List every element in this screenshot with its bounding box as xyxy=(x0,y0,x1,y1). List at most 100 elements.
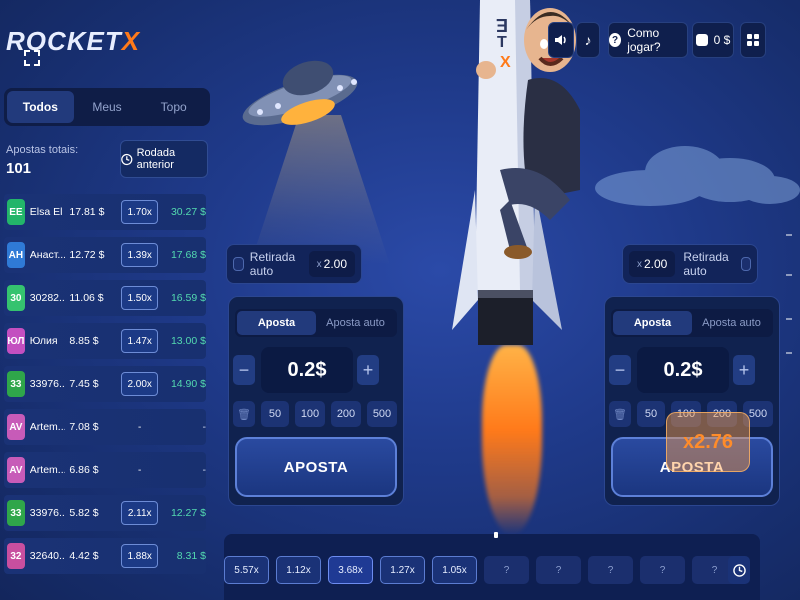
auto-cashout-input-left[interactable]: x 2.00 xyxy=(308,251,355,277)
bet-amount: 6.86 $ xyxy=(69,464,99,476)
player-name: 32640... xyxy=(29,550,66,562)
tab-aposta-right[interactable]: Aposta xyxy=(613,311,692,335)
avatar: АН xyxy=(7,242,25,268)
rocket-letter-e: E xyxy=(496,15,509,35)
increase-stake-button-left[interactable]: + xyxy=(357,355,379,385)
win-amount: 12.27 $ xyxy=(170,507,206,519)
quick-stake-50-left[interactable]: 50 xyxy=(261,401,289,427)
tab-aposta-auto-right[interactable]: Aposta auto xyxy=(692,311,771,335)
quick-stake-500-left[interactable]: 500 xyxy=(367,401,397,427)
auto-cashout-toggle-right[interactable] xyxy=(740,257,751,271)
increase-stake-button-right[interactable]: + xyxy=(733,355,755,385)
trash-icon: 🗑 xyxy=(237,408,251,421)
clock-icon xyxy=(732,563,746,577)
plus-icon: + xyxy=(738,359,750,380)
tab-aposta-auto-left[interactable]: Aposta auto xyxy=(316,311,395,335)
avatar: AV xyxy=(7,414,25,440)
player-name: Artem... xyxy=(29,464,66,476)
history-button[interactable] xyxy=(728,556,750,584)
how-to-play-button[interactable]: ? Como jogar? xyxy=(608,22,688,58)
minus-icon: − xyxy=(614,359,626,380)
speaker-icon xyxy=(555,35,566,45)
music-note-icon: ♪ xyxy=(584,32,592,48)
bet-amount: 7.08 $ xyxy=(69,421,99,433)
previous-round-button[interactable]: Rodada anterior xyxy=(120,140,208,178)
how-to-play-label: Como jogar? xyxy=(627,26,661,54)
win-amount: - xyxy=(202,464,207,476)
cloud-image xyxy=(595,146,800,206)
history-items: 5.57x 1.12x 3.68x 1.27x 1.05x????? xyxy=(224,556,737,584)
quick-stake-50-right[interactable]: 50 xyxy=(637,401,665,427)
player-name: 33976... xyxy=(29,378,66,390)
total-bets-value: 101 xyxy=(6,160,32,177)
clear-stake-button-right[interactable]: 🗑 xyxy=(609,401,631,427)
history-multiplier: ? xyxy=(588,556,633,584)
player-name: Анаст... xyxy=(29,249,66,261)
decrease-stake-button-left[interactable]: − xyxy=(233,355,255,385)
bet-amount: 12.72 $ xyxy=(69,249,105,261)
bet-row: 32 32640... 4.42 $ 1.88x 8.31 $ xyxy=(4,538,206,574)
bets-sidebar: Todos Meus Topo Apostas totais: 101 Roda… xyxy=(0,84,212,600)
avatar: 33 xyxy=(7,371,25,397)
bets-tabs: Todos Meus Topo xyxy=(4,88,210,126)
win-amount: 8.31 $ xyxy=(176,550,206,562)
player-name: Artem... xyxy=(29,421,66,433)
bet-amount: 11.06 $ xyxy=(69,292,104,304)
bet-amount: 4.42 $ xyxy=(69,550,99,562)
total-bets-label: Apostas totais: xyxy=(6,144,79,156)
cashout-multiplier: 2.00x xyxy=(120,372,159,396)
previous-round-label: Rodada anterior xyxy=(136,147,176,171)
history-multiplier: 3.68x xyxy=(328,556,373,584)
quick-stake-100-left[interactable]: 100 xyxy=(295,401,325,427)
player-name: Юлия xyxy=(29,335,58,347)
bet-amount: 17.81 $ xyxy=(69,206,105,218)
bet-row: AV Artem... 7.08 $ - - xyxy=(4,409,206,445)
stake-value-left[interactable]: 0.2$ xyxy=(261,347,353,393)
menu-grid-icon xyxy=(747,34,759,46)
sound-button[interactable] xyxy=(548,22,574,58)
bet-amount: 8.85 $ xyxy=(69,335,99,347)
history-multiplier: 5.57x xyxy=(224,556,269,584)
avatar: EE xyxy=(7,199,25,225)
bet-row: 30 30282... 11.06 $ 1.50x 16.59 $ xyxy=(4,280,206,316)
history-multiplier: ? xyxy=(484,556,529,584)
bet-row: AV Artem... 6.86 $ - - xyxy=(4,452,206,488)
menu-button[interactable] xyxy=(740,22,766,58)
music-button[interactable]: ♪ xyxy=(576,22,600,58)
quick-stake-200-left[interactable]: 200 xyxy=(331,401,361,427)
fullscreen-icon[interactable] xyxy=(22,48,42,68)
tab-topo[interactable]: Topo xyxy=(140,91,207,123)
bet-row: EE Elsa El 17.81 $ 1.70x 30.27 $ xyxy=(4,194,206,230)
win-amount: 14.90 $ xyxy=(170,378,206,390)
win-amount: 13.00 $ xyxy=(170,335,206,347)
cashout-multiplier: - xyxy=(138,464,142,476)
auto-cashout-input-right[interactable]: x 2.00 xyxy=(629,251,676,277)
balance-display: 0 $ xyxy=(692,22,734,58)
current-multiplier: x2.76 xyxy=(666,412,750,472)
bet-amount: 5.82 $ xyxy=(69,507,99,519)
place-bet-button-left[interactable]: APOSTA xyxy=(235,437,397,497)
history-multiplier: ? xyxy=(640,556,685,584)
avatar: ЮЛ xyxy=(7,328,25,354)
auto-cashout-right: x 2.00 Retirada auto xyxy=(622,244,758,284)
stake-value-right[interactable]: 0.2$ xyxy=(637,347,729,393)
avatar: 30 xyxy=(7,285,25,311)
win-amount: 16.59 $ xyxy=(170,292,206,304)
clear-stake-button-left[interactable]: 🗑 xyxy=(233,401,255,427)
quick-stakes-left: 🗑 50 100 200 500 xyxy=(233,401,397,427)
cashout-multiplier: 1.70x xyxy=(120,200,159,224)
bet-row: АН Анаст... 12.72 $ 1.39x 17.68 $ xyxy=(4,237,206,273)
auto-cashout-toggle-left[interactable] xyxy=(233,257,244,271)
tab-aposta-left[interactable]: Aposta xyxy=(237,311,316,335)
auto-cashout-label-left: Retirada auto xyxy=(249,250,296,278)
tab-meus[interactable]: Meus xyxy=(74,91,141,123)
rocket-letter-t: T xyxy=(497,34,507,51)
cashout-multiplier: - xyxy=(138,421,142,433)
bet-row: 33 33976... 7.45 $ 2.00x 14.90 $ xyxy=(4,366,206,402)
clock-icon xyxy=(121,153,133,165)
history-multiplier: 1.27x xyxy=(380,556,425,584)
minus-icon: − xyxy=(238,359,250,380)
tab-todos[interactable]: Todos xyxy=(7,91,74,123)
rocket-with-rider-image xyxy=(452,0,580,345)
decrease-stake-button-right[interactable]: − xyxy=(609,355,631,385)
